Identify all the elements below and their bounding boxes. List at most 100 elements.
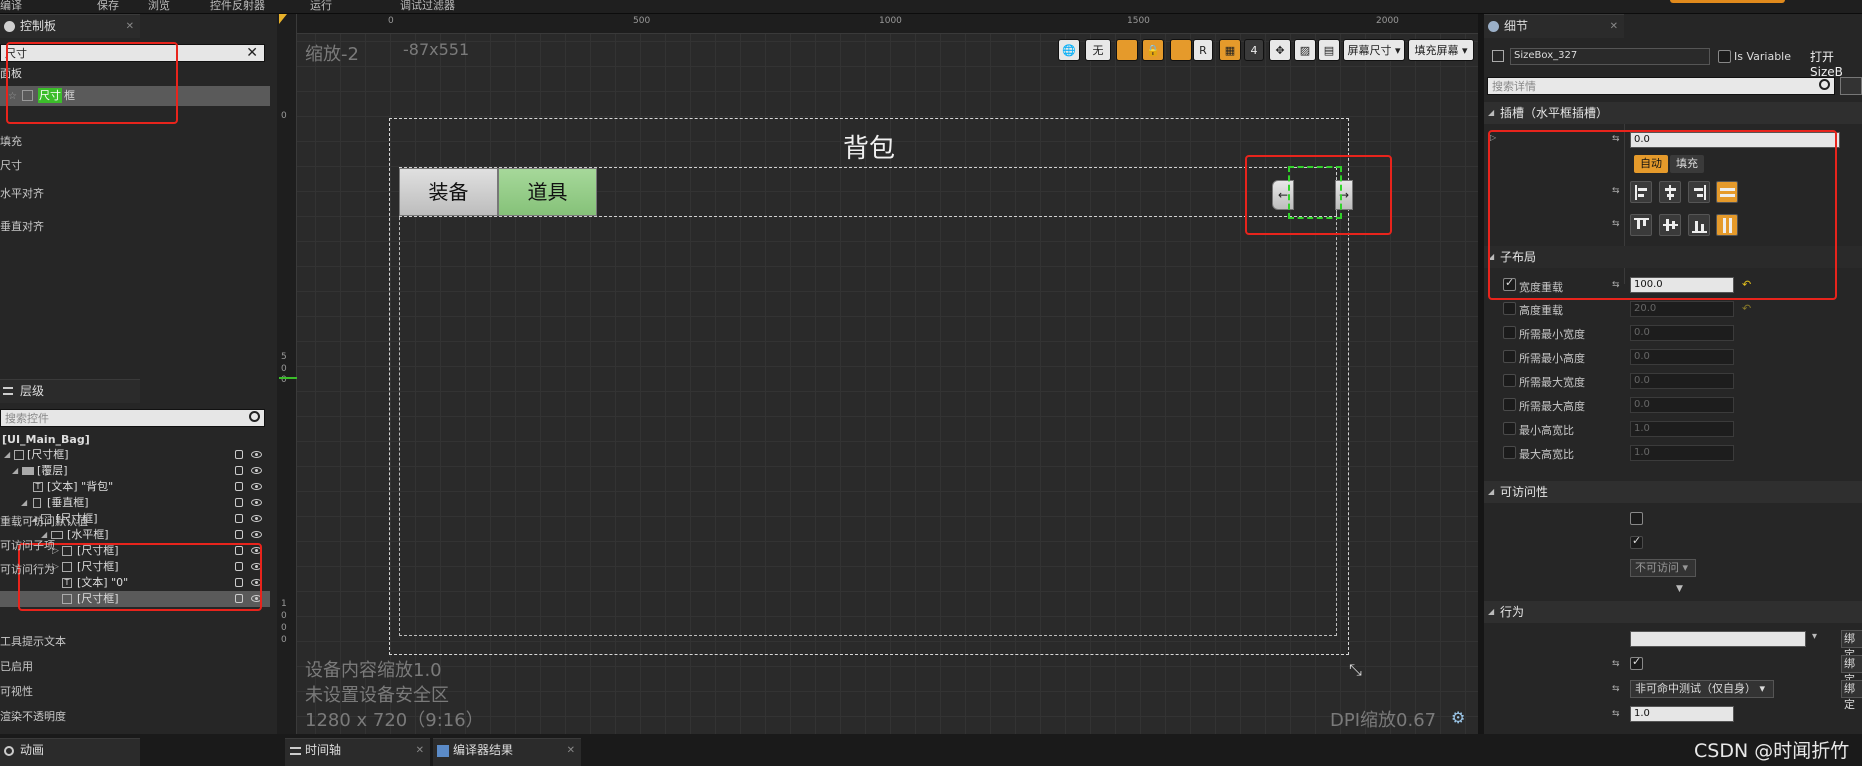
tab-compiler-results[interactable]: 编译器结果 ✕ bbox=[433, 738, 581, 766]
slot-section-header[interactable]: 插槽（水平框插槽） bbox=[1484, 102, 1862, 124]
lock-icon[interactable] bbox=[235, 514, 243, 523]
screen-size-dropdown[interactable]: 屏幕尺寸 ▾ bbox=[1343, 39, 1405, 61]
respect-locks-label: R bbox=[1199, 44, 1207, 57]
tab-timeline[interactable]: 时间轴 ✕ bbox=[285, 738, 430, 766]
height-override-checkbox[interactable] bbox=[1503, 302, 1516, 315]
is-variable-checkbox[interactable] bbox=[1718, 50, 1731, 63]
play-button[interactable] bbox=[1670, 0, 1785, 3]
clear-search-icon[interactable]: ✕ bbox=[246, 45, 258, 62]
collapse-icon[interactable]: ◢ bbox=[4, 447, 10, 463]
save-menu[interactable]: 保存 bbox=[97, 0, 119, 13]
tab-animation[interactable]: 动画 bbox=[0, 738, 140, 766]
background-icon[interactable]: ▤ bbox=[1318, 39, 1340, 61]
vertical-box-bounds[interactable] bbox=[399, 167, 1337, 636]
image-icon[interactable]: ▨ bbox=[1294, 39, 1316, 61]
browse-menu[interactable]: 浏览 bbox=[148, 0, 170, 13]
culture-none-button[interactable]: 无 bbox=[1085, 39, 1111, 61]
lock-toggle-icon[interactable]: 🔒 bbox=[1142, 39, 1164, 61]
tree-row[interactable]: ◢ [覆层] bbox=[0, 463, 270, 479]
enabled-bind-button[interactable]: 绑定 bbox=[1841, 655, 1862, 686]
min-width-checkbox[interactable] bbox=[1503, 326, 1516, 339]
details-search-input[interactable]: 搜索详情 bbox=[1487, 77, 1835, 95]
tab-hierarchy[interactable]: 层级 bbox=[0, 379, 140, 403]
compile-menu[interactable]: 编译 bbox=[0, 0, 22, 13]
max-aspect-checkbox[interactable] bbox=[1503, 446, 1516, 459]
tooltip-input[interactable] bbox=[1630, 631, 1806, 647]
opacity-input[interactable]: 1.0 bbox=[1630, 706, 1734, 722]
max-aspect-input[interactable]: 1.0 bbox=[1630, 445, 1734, 461]
open-sizebox-link[interactable]: 打开SizeB bbox=[1810, 48, 1862, 79]
widget-name-input[interactable]: SizeBox_327 bbox=[1510, 48, 1710, 65]
top-toolbar: 编译 保存 浏览 控件反射器 运行 调试过滤器 bbox=[0, 0, 1862, 14]
max-width-checkbox[interactable] bbox=[1503, 374, 1516, 387]
min-width-input[interactable]: 0.0 bbox=[1630, 325, 1734, 341]
access-behavior-dropdown[interactable]: 不可访问 ▾ bbox=[1630, 559, 1696, 577]
outline-toggle-icon[interactable] bbox=[1116, 39, 1138, 61]
hierarchy-root[interactable]: [UI_Main_Bag] bbox=[2, 432, 90, 448]
tab-details[interactable]: 细节 ✕ bbox=[1484, 14, 1624, 38]
eye-icon[interactable] bbox=[251, 483, 262, 490]
behavior-section-header[interactable]: 行为 bbox=[1484, 601, 1862, 623]
tooltip-bind-button[interactable]: 绑定 bbox=[1841, 630, 1862, 661]
eye-icon[interactable] bbox=[251, 515, 262, 522]
debug-filter-menu[interactable]: 调试过滤器 bbox=[400, 0, 455, 13]
min-height-checkbox[interactable] bbox=[1503, 350, 1516, 363]
eye-icon[interactable] bbox=[251, 467, 262, 474]
tree-row[interactable]: ◢ [垂直框] bbox=[0, 495, 270, 511]
transform-icon[interactable]: ✥ bbox=[1269, 39, 1291, 61]
fill-screen-dropdown[interactable]: 填充屏幕 ▾ bbox=[1408, 39, 1474, 61]
annotation-box bbox=[6, 42, 178, 124]
visibility-dropdown[interactable]: 非可命中测试（仅自身） ▾ bbox=[1630, 680, 1774, 698]
reset-icon[interactable]: ⇆ bbox=[1612, 709, 1620, 719]
gear-icon[interactable]: ⚙ bbox=[1451, 708, 1465, 727]
tree-row[interactable]: T [文本] "背包" bbox=[0, 479, 270, 495]
height-override-label: 高度重载 bbox=[1519, 304, 1563, 317]
tab-items-button[interactable]: 道具 bbox=[498, 168, 597, 216]
view-options-icon[interactable] bbox=[1840, 77, 1862, 95]
grid-snap-icon[interactable]: ▦ bbox=[1219, 39, 1241, 61]
lock-icon[interactable] bbox=[235, 530, 243, 539]
eye-icon[interactable] bbox=[251, 499, 262, 506]
resize-handle-icon[interactable]: ⤡ bbox=[1349, 660, 1362, 680]
min-aspect-checkbox[interactable] bbox=[1503, 422, 1516, 435]
collapse-icon[interactable]: ◢ bbox=[12, 463, 18, 479]
lock-icon[interactable] bbox=[235, 482, 243, 491]
min-width-value: 0.0 bbox=[1634, 327, 1650, 338]
hierarchy-search-input[interactable]: 搜索控件 bbox=[0, 409, 265, 427]
tab-palette[interactable]: 控制板 ✕ bbox=[0, 14, 140, 38]
max-height-checkbox[interactable] bbox=[1503, 398, 1516, 411]
min-height-input[interactable]: 0.0 bbox=[1630, 349, 1734, 365]
close-icon[interactable]: ✕ bbox=[567, 739, 575, 762]
globe-icon[interactable]: 🌐 bbox=[1058, 39, 1080, 61]
height-override-input[interactable]: 20.0 bbox=[1630, 301, 1734, 317]
reset-icon[interactable]: ⇆ bbox=[1612, 684, 1620, 694]
tab-equip-button[interactable]: 装备 bbox=[399, 168, 498, 216]
respect-locks-button[interactable]: R bbox=[1193, 39, 1213, 61]
tooltip-dropdown-icon[interactable]: ▾ bbox=[1812, 631, 1817, 642]
close-icon[interactable]: ✕ bbox=[416, 739, 424, 762]
max-width-input[interactable]: 0.0 bbox=[1630, 373, 1734, 389]
eye-icon[interactable] bbox=[251, 531, 262, 538]
access-children-checkbox[interactable] bbox=[1630, 534, 1643, 549]
min-aspect-input[interactable]: 1.0 bbox=[1630, 421, 1734, 437]
layout-toggle-icon[interactable] bbox=[1170, 39, 1192, 61]
enabled-checkbox[interactable] bbox=[1630, 655, 1643, 670]
accessibility-section-header[interactable]: 可访问性 bbox=[1484, 481, 1862, 503]
widget-reflector-menu[interactable]: 控件反射器 bbox=[210, 0, 265, 13]
lock-icon[interactable] bbox=[235, 450, 243, 459]
override-access-checkbox[interactable] bbox=[1630, 512, 1643, 525]
tree-row[interactable]: ◢ [尺寸框] bbox=[0, 447, 270, 463]
play-menu[interactable]: 运行 bbox=[310, 0, 332, 13]
visibility-bind-button[interactable]: 绑定 bbox=[1841, 680, 1862, 711]
reset-default-icon[interactable]: ↶ bbox=[1742, 302, 1751, 315]
reset-icon[interactable]: ⇆ bbox=[1612, 659, 1620, 669]
close-icon[interactable]: ✕ bbox=[126, 15, 134, 38]
lock-icon[interactable] bbox=[235, 498, 243, 507]
close-icon[interactable]: ✕ bbox=[1610, 15, 1618, 38]
collapse-icon[interactable]: ◢ bbox=[21, 495, 27, 511]
max-height-input[interactable]: 0.0 bbox=[1630, 397, 1734, 413]
lock-icon[interactable] bbox=[235, 466, 243, 475]
grid-size-button[interactable]: 4 bbox=[1244, 39, 1264, 61]
eye-icon[interactable] bbox=[251, 451, 262, 458]
advanced-expand-icon[interactable]: ▼ bbox=[1676, 584, 1683, 594]
